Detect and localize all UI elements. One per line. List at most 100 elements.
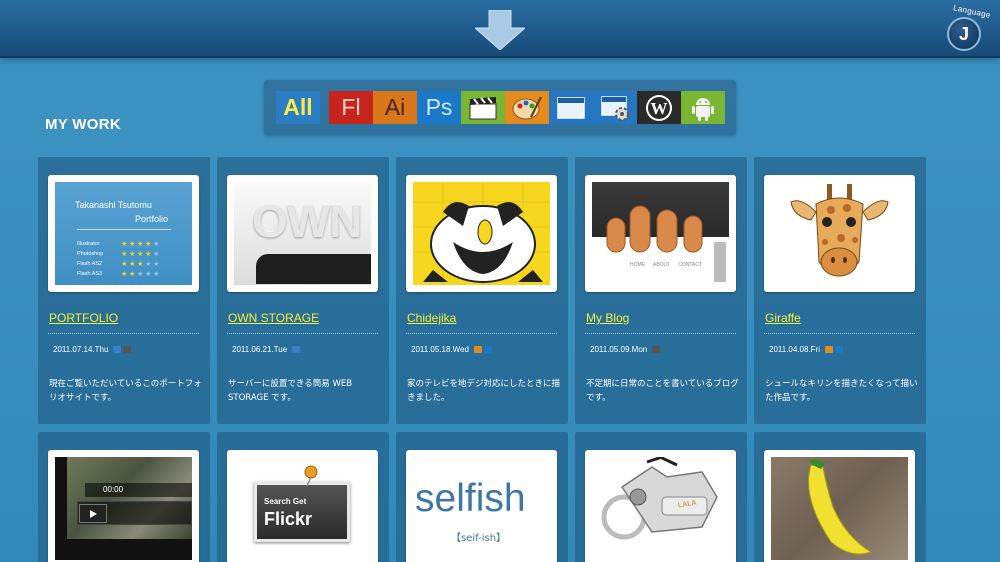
work-title[interactable]: Giraffe — [765, 311, 801, 325]
flickr-line1: Search Get — [264, 497, 307, 506]
work-thumbnail[interactable]: Search Get Flickr — [227, 450, 378, 562]
selfish-word: selfish — [415, 477, 526, 520]
star-icon: ★ — [121, 251, 128, 258]
tag-icon — [825, 346, 833, 353]
work-thumbnail[interactable] — [764, 175, 915, 292]
star-icon: ★ — [153, 271, 160, 278]
category-filter-bar: All Fl Ai Ps W — [264, 80, 736, 135]
work-card[interactable] — [754, 432, 926, 562]
star-icon: ★ — [129, 271, 136, 278]
filter-all-button[interactable]: All — [276, 91, 320, 124]
work-thumbnail[interactable] — [406, 175, 557, 292]
work-title[interactable]: My Blog — [586, 311, 629, 325]
top-bar: Language J — [0, 0, 1000, 58]
work-card[interactable]: OWN OWN STORAGE 2011.06.21.Tue サーバーに設置でき… — [217, 157, 389, 424]
work-card[interactable]: LALA — [575, 432, 747, 562]
tag-icon — [473, 346, 482, 353]
star-icon: ★ — [145, 271, 152, 278]
star-icon: ★ — [137, 271, 144, 278]
filter-illustrator-button[interactable]: Ai — [373, 91, 417, 124]
play-icon — [90, 509, 97, 518]
flickr-line2: Flickr — [264, 509, 313, 529]
banana-illustration-icon — [808, 459, 873, 555]
pushpin-icon — [304, 465, 318, 487]
fingers-illustration-icon — [606, 205, 703, 253]
browser-gear-icon — [601, 95, 629, 121]
thumb-heading: Takanashi Tsutomu — [75, 200, 152, 210]
work-date: 2011.06.21.Tue — [232, 345, 301, 354]
work-title[interactable]: OWN STORAGE — [228, 311, 319, 325]
work-card[interactable]: Chidejika 2011.05.18.Wed 家のテレビを地デジ対応にしたと… — [396, 157, 568, 424]
video-time: 00:00 — [103, 485, 124, 494]
giraffe-illustration-icon — [790, 184, 889, 277]
skill-name: Flash AS2 — [77, 261, 103, 267]
language-initial[interactable]: J — [947, 17, 981, 51]
work-card[interactable]: 00:00 — [38, 432, 210, 562]
filter-photoshop-label: Ps — [425, 94, 453, 120]
filter-website-button[interactable] — [549, 91, 593, 124]
blog-nav-item: HOME — [630, 262, 645, 268]
blog-nav-item: CONTACT — [678, 262, 703, 268]
down-arrow-icon[interactable] — [475, 10, 525, 50]
browser-window-icon — [557, 96, 585, 119]
blog-nav: HOME ABOUT CONTACT — [630, 262, 710, 268]
filter-video-button[interactable] — [461, 91, 505, 124]
work-date: 2011.05.18.Wed — [411, 345, 492, 354]
blog-nav-item: ABOUT — [653, 262, 671, 268]
work-description: 家のテレビを地デジ対応にしたときに描きました。 — [407, 379, 561, 403]
work-thumbnail[interactable]: HOME ABOUT CONTACT — [585, 175, 736, 292]
work-date: 2011.05.09.Mon — [590, 345, 661, 354]
play-button[interactable] — [79, 504, 107, 523]
language-switcher[interactable]: Language J — [942, 3, 992, 53]
work-card[interactable]: selfish 【seif-ish】 — [396, 432, 568, 562]
work-card[interactable]: Search Get Flickr — [217, 432, 389, 562]
star-icon: ★ — [153, 261, 160, 268]
filter-painting-button[interactable] — [505, 91, 549, 124]
chidejika-illustration-icon — [413, 182, 550, 285]
work-card[interactable]: HOME ABOUT CONTACT My Blog 2011.05.09.Mon … — [575, 157, 747, 424]
tag-icon — [292, 346, 301, 353]
filter-android-button[interactable] — [681, 91, 725, 124]
star-icon: ★ — [145, 251, 152, 258]
work-card[interactable]: Giraffe 2011.04.08.Fri シュールなキリンを描きたくなって描… — [754, 157, 926, 424]
work-title[interactable]: Chidejika — [407, 311, 456, 325]
work-date: 2011.07.14.Thu — [53, 345, 132, 354]
work-thumbnail[interactable] — [764, 450, 915, 562]
work-thumbnail[interactable]: selfish 【seif-ish】 — [406, 450, 557, 562]
work-thumbnail[interactable]: OWN — [227, 175, 378, 292]
star-icon: ★ — [145, 241, 152, 248]
selfish-pronunciation: 【seif-ish】 — [451, 533, 507, 544]
motorcycle-illustration-icon — [601, 457, 718, 540]
star-icon: ★ — [137, 261, 144, 268]
work-thumbnail[interactable]: Takanashi Tsutomu Portfolio Illustrator ★… — [48, 175, 199, 292]
tag-icon — [123, 346, 132, 353]
work-thumbnail[interactable]: LALA — [585, 450, 736, 562]
filter-wordpress-button[interactable]: W — [637, 91, 681, 124]
work-date: 2011.04.08.Fri — [769, 345, 843, 354]
work-description: サーバーに設置できる簡易 WEB STORAGE です。 — [228, 379, 353, 403]
work-title[interactable]: PORTFOLIO — [49, 311, 118, 325]
thumb-subheading: Portfolio — [134, 214, 168, 224]
clapperboard-icon — [469, 96, 497, 119]
work-card[interactable]: Takanashi Tsutomu Portfolio Illustrator ★… — [38, 157, 210, 424]
star-icon: ★ — [129, 261, 136, 268]
work-description: 不定期に日常のことを書いているブログです。 — [586, 379, 739, 403]
filter-webapp-button[interactable] — [593, 91, 637, 124]
skill-name: Flash AS3 — [77, 271, 103, 277]
filter-flash-button[interactable]: Fl — [329, 91, 373, 124]
star-icon: ★ — [145, 261, 152, 268]
filter-illustrator-label: Ai — [384, 94, 406, 120]
thumb-text: OWN — [252, 195, 362, 247]
section-title: MY WORK — [45, 116, 121, 133]
filter-flash-label: Fl — [341, 94, 361, 120]
skill-row: Flash AS3 ★ ★ ★ ★ ★ — [77, 271, 183, 281]
work-thumbnail[interactable]: 00:00 — [48, 450, 199, 562]
svg-text:W: W — [651, 99, 668, 118]
tag-icon — [113, 346, 122, 353]
filter-photoshop-button[interactable]: Ps — [417, 91, 461, 124]
palette-icon — [512, 96, 542, 119]
star-icon: ★ — [137, 241, 144, 248]
tag-icon — [652, 346, 661, 353]
star-icon: ★ — [121, 271, 128, 278]
star-icon: ★ — [121, 261, 128, 268]
